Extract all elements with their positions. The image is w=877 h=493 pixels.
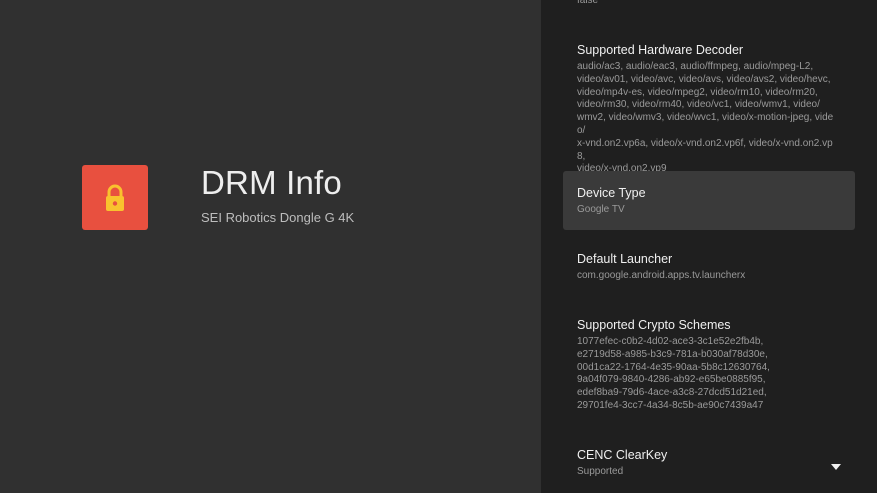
item-title: Device Type bbox=[577, 186, 646, 200]
item-value: com.google.android.apps.tv.launcherx bbox=[577, 270, 746, 281]
item-title: Supported Hardware Decoder bbox=[577, 43, 744, 57]
chevron-down-icon[interactable] bbox=[831, 464, 841, 470]
app-info-panel: DRM Info SEI Robotics Dongle G 4K bbox=[0, 0, 541, 493]
info-list[interactable]: false Supported Hardware Decoder audio/a… bbox=[541, 0, 877, 493]
lock-icon bbox=[99, 182, 131, 214]
app-title: DRM Info bbox=[201, 164, 342, 201]
app-icon bbox=[82, 165, 148, 230]
item-value: Supported bbox=[577, 466, 624, 477]
item-value: audio/ac3, audio/eac3, audio/ffmpeg, aud… bbox=[577, 61, 834, 175]
item-title: CENC ClearKey bbox=[577, 448, 668, 462]
list-item-device-type[interactable]: Device Type Google TV bbox=[563, 171, 855, 230]
item-title: Default Launcher bbox=[577, 252, 673, 266]
list-item-supported-crypto-schemes[interactable]: Supported Crypto Schemes 1077efec-c0b2-4… bbox=[563, 317, 855, 413]
device-model: SEI Robotics Dongle G 4K bbox=[201, 210, 355, 225]
item-title: Supported Crypto Schemes bbox=[577, 318, 731, 332]
list-item-supported-hardware-decoder[interactable]: Supported Hardware Decoder audio/ac3, au… bbox=[563, 42, 855, 176]
item-value: 1077efec-c0b2-4d02-ace3-3c1e52e2fb4b, e2… bbox=[577, 336, 770, 411]
item-value: Google TV bbox=[577, 204, 625, 215]
list-item-default-launcher[interactable]: Default Launcher com.google.android.apps… bbox=[563, 251, 855, 283]
list-item-cenc-clearkey[interactable]: CENC ClearKey Supported bbox=[563, 447, 855, 479]
previous-item-value: false bbox=[577, 0, 599, 6]
screen: DRM Info SEI Robotics Dongle G 4K false … bbox=[0, 0, 877, 493]
